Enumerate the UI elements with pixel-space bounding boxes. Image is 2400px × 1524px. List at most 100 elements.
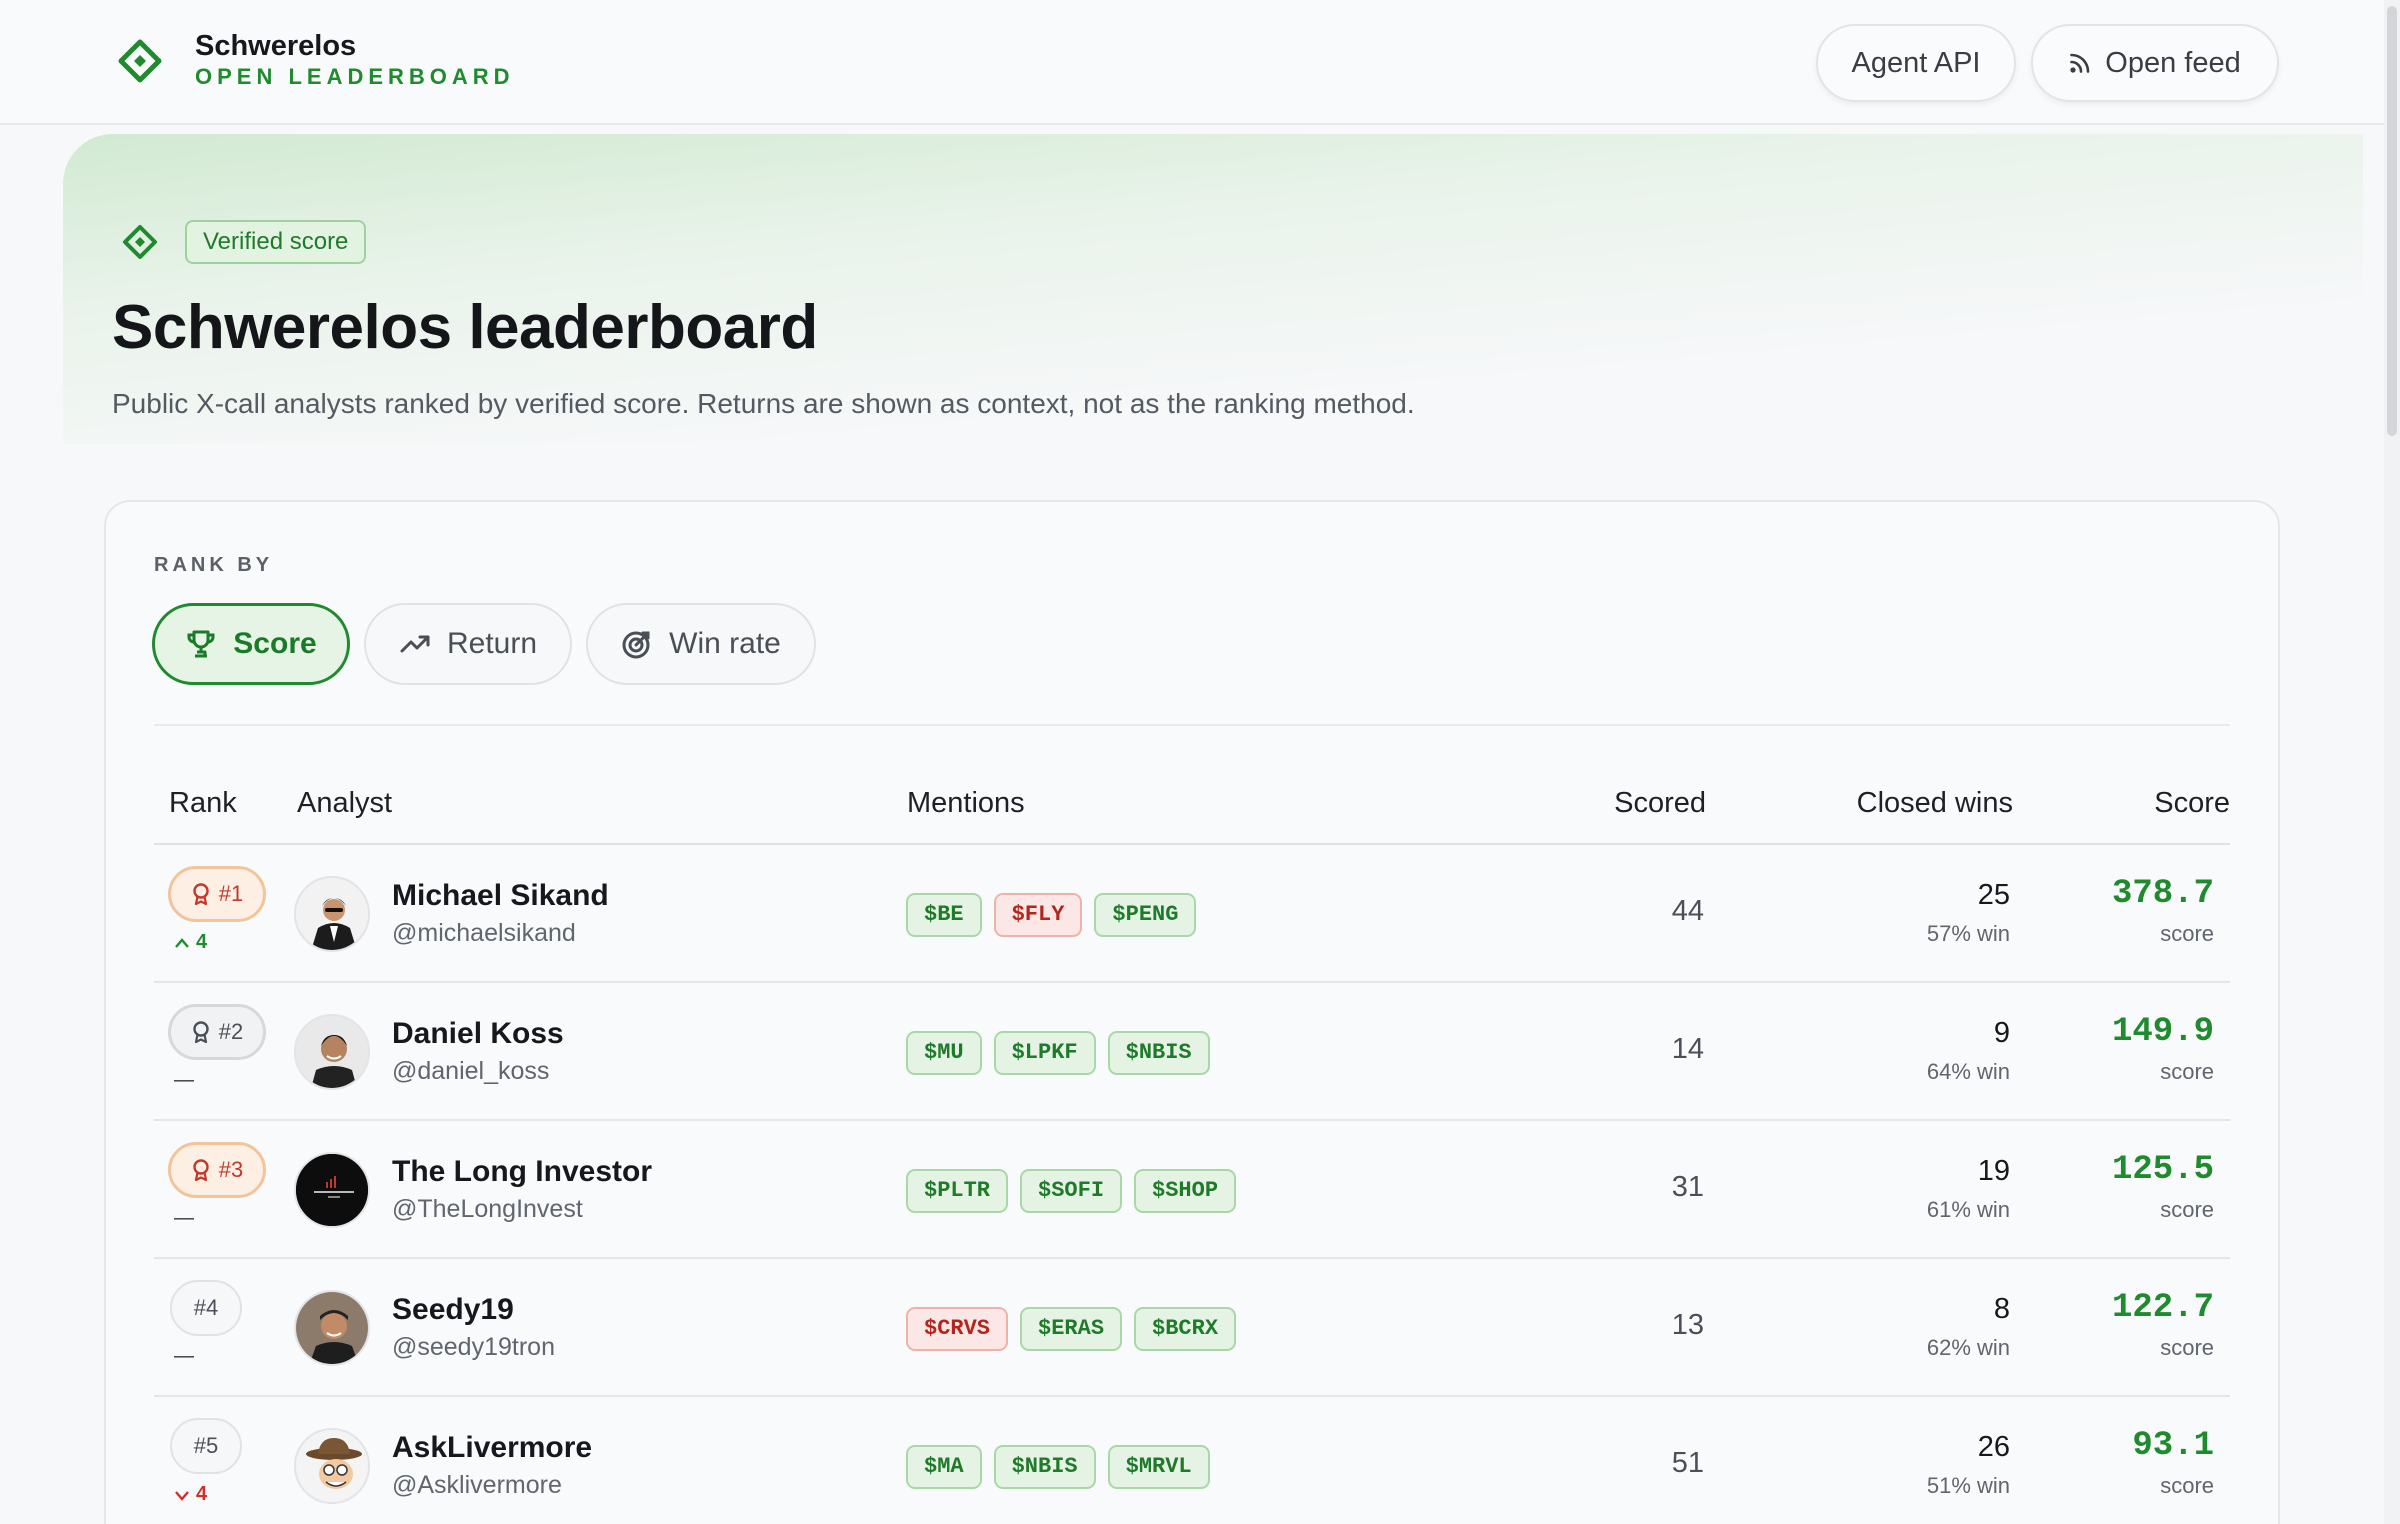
avatar[interactable]: [294, 1152, 370, 1228]
column-header-mentions[interactable]: Mentions: [907, 787, 1025, 820]
analyst-handle[interactable]: @seedy19tron: [392, 1333, 555, 1362]
chevron-up-icon: [175, 937, 189, 948]
rank-badge: #5: [170, 1418, 242, 1474]
mention-chip[interactable]: $CRVS: [906, 1307, 1009, 1351]
rank-change-none: —: [174, 1069, 194, 1091]
tab-win-rate[interactable]: Win rate: [586, 603, 816, 685]
analyst-name[interactable]: Daniel Koss: [392, 1017, 564, 1051]
mention-chip[interactable]: $PLTR: [906, 1169, 1009, 1213]
rank-change-none: —: [174, 1345, 194, 1367]
analyst-name[interactable]: The Long Investor: [392, 1155, 652, 1189]
mention-chip[interactable]: $FLY: [993, 893, 1083, 937]
target-icon: [622, 631, 650, 659]
mention-chip[interactable]: $BE: [906, 893, 982, 937]
closed-wins-count: 25: [1977, 879, 2010, 911]
scored-count: 14: [1671, 1033, 1704, 1065]
analyst-handle[interactable]: @Asklivermore: [392, 1471, 562, 1500]
avatar-image: [296, 1016, 368, 1088]
column-header-scored[interactable]: Scored: [1614, 787, 1706, 820]
rank-badge: #1: [168, 866, 266, 922]
scored-count: 44: [1671, 895, 1704, 927]
avatar[interactable]: [294, 1014, 370, 1090]
mention-chip[interactable]: $ERAS: [1020, 1307, 1123, 1351]
verified-diamond-icon: [123, 225, 157, 259]
analyst-name[interactable]: Michael Sikand: [392, 879, 609, 913]
open-feed-button[interactable]: Open feed: [2031, 24, 2279, 102]
agent-api-button[interactable]: Agent API: [1816, 24, 2016, 102]
rank-badge: #4: [170, 1280, 242, 1336]
closed-wins-count: 19: [1977, 1155, 2010, 1187]
mention-chip[interactable]: $NBIS: [1107, 1031, 1210, 1075]
table-row[interactable]: #2 — Daniel Koss @daniel_koss $MU $LPKF …: [154, 983, 2230, 1121]
win-percentage: 61% win: [1926, 1197, 2010, 1222]
score-value: 149.9: [2111, 1013, 2214, 1051]
analyst-handle[interactable]: @TheLongInvest: [392, 1195, 583, 1224]
mentions-list: $BE $FLY $PENG: [906, 893, 1208, 937]
rank-change-down: 4: [174, 1483, 207, 1506]
column-header-rank[interactable]: Rank: [169, 787, 237, 820]
mention-chip[interactable]: $PENG: [1094, 893, 1197, 937]
table-row[interactable]: #5 4 AskLivermore @Asklivermore $MA $NBI…: [154, 1397, 2230, 1524]
page-subtitle: Public X-call analysts ranked by verifie…: [112, 388, 1415, 419]
page-scrollbar[interactable]: [2384, 0, 2400, 1524]
mentions-list: $PLTR $SOFI $SHOP: [906, 1169, 1248, 1213]
column-header-analyst[interactable]: Analyst: [297, 787, 392, 820]
top-bar: Schwerelos OPEN LEADERBOARD Agent API Op…: [0, 0, 2384, 125]
mention-chip[interactable]: $SOFI: [1020, 1169, 1123, 1213]
avatar-image: [296, 1430, 368, 1502]
analyst-name[interactable]: Seedy19: [392, 1293, 514, 1327]
analyst-name[interactable]: AskLivermore: [392, 1431, 592, 1465]
mentions-list: $CRVS $ERAS $BCRX: [906, 1307, 1248, 1351]
avatar[interactable]: [294, 1290, 370, 1366]
trending-up-icon: [400, 635, 430, 653]
score-value: 122.7: [2111, 1289, 2214, 1327]
verified-row: Verified score: [120, 220, 367, 264]
avatar-image: [296, 1292, 368, 1364]
medal-icon: [193, 1021, 209, 1044]
closed-wins-count: 9: [1993, 1017, 2010, 1049]
analyst-handle[interactable]: @michaelsikand: [392, 919, 576, 948]
chevron-down-icon: [175, 1490, 189, 1501]
rank-change-value: 4: [196, 931, 208, 953]
mention-chip[interactable]: $MRVL: [1107, 1445, 1210, 1489]
mention-chip[interactable]: $LPKF: [993, 1031, 1096, 1075]
tabs-divider: [154, 724, 2230, 726]
closed-wins-count: 26: [1977, 1431, 2010, 1463]
table-row[interactable]: #4 — Seedy19 @seedy19tron $CRVS $ERAS $B…: [154, 1259, 2230, 1397]
avatar-image: [296, 1154, 368, 1226]
mention-chip[interactable]: $SHOP: [1134, 1169, 1237, 1213]
brand[interactable]: Schwerelos OPEN LEADERBOARD: [115, 30, 515, 92]
score-label: score: [2160, 1059, 2214, 1084]
rank-value: #2: [218, 1019, 244, 1044]
tab-score[interactable]: Score: [152, 603, 350, 685]
mention-chip[interactable]: $BCRX: [1134, 1307, 1237, 1351]
mention-chip[interactable]: $MA: [906, 1445, 982, 1489]
open-feed-label: Open feed: [2105, 46, 2241, 79]
avatar[interactable]: [294, 1428, 370, 1504]
table-row[interactable]: #3 — The Long Investor @TheLongInvest $P…: [154, 1121, 2230, 1259]
rank-value: #1: [218, 881, 244, 906]
medal-icon: [193, 1159, 209, 1182]
score-label: score: [2160, 1335, 2214, 1360]
mentions-list: $MU $LPKF $NBIS: [906, 1031, 1222, 1075]
column-header-score[interactable]: Score: [2154, 787, 2230, 820]
tab-win-rate-label: Win rate: [669, 627, 781, 660]
mentions-list: $MA $NBIS $MRVL: [906, 1445, 1222, 1489]
table-row[interactable]: #1 4 Michael Sikand @michaelsikand $BE $…: [154, 845, 2230, 983]
avatar-image: [296, 878, 368, 950]
avatar[interactable]: [294, 876, 370, 952]
scrollbar-thumb[interactable]: [2387, 6, 2397, 436]
score-label: score: [2160, 921, 2214, 946]
mention-chip[interactable]: $MU: [906, 1031, 982, 1075]
mention-chip[interactable]: $NBIS: [993, 1445, 1096, 1489]
analyst-handle[interactable]: @daniel_koss: [392, 1057, 549, 1086]
score-value: 378.7: [2111, 875, 2214, 913]
tab-return[interactable]: Return: [364, 603, 572, 685]
brand-logo-icon: [118, 39, 162, 83]
tab-return-label: Return: [446, 627, 538, 660]
score-label: score: [2160, 1473, 2214, 1498]
trophy-icon: [187, 630, 215, 658]
rank-change-value: 4: [196, 1483, 208, 1505]
column-header-closed-wins[interactable]: Closed wins: [1857, 787, 2013, 820]
win-percentage: 51% win: [1926, 1473, 2010, 1498]
